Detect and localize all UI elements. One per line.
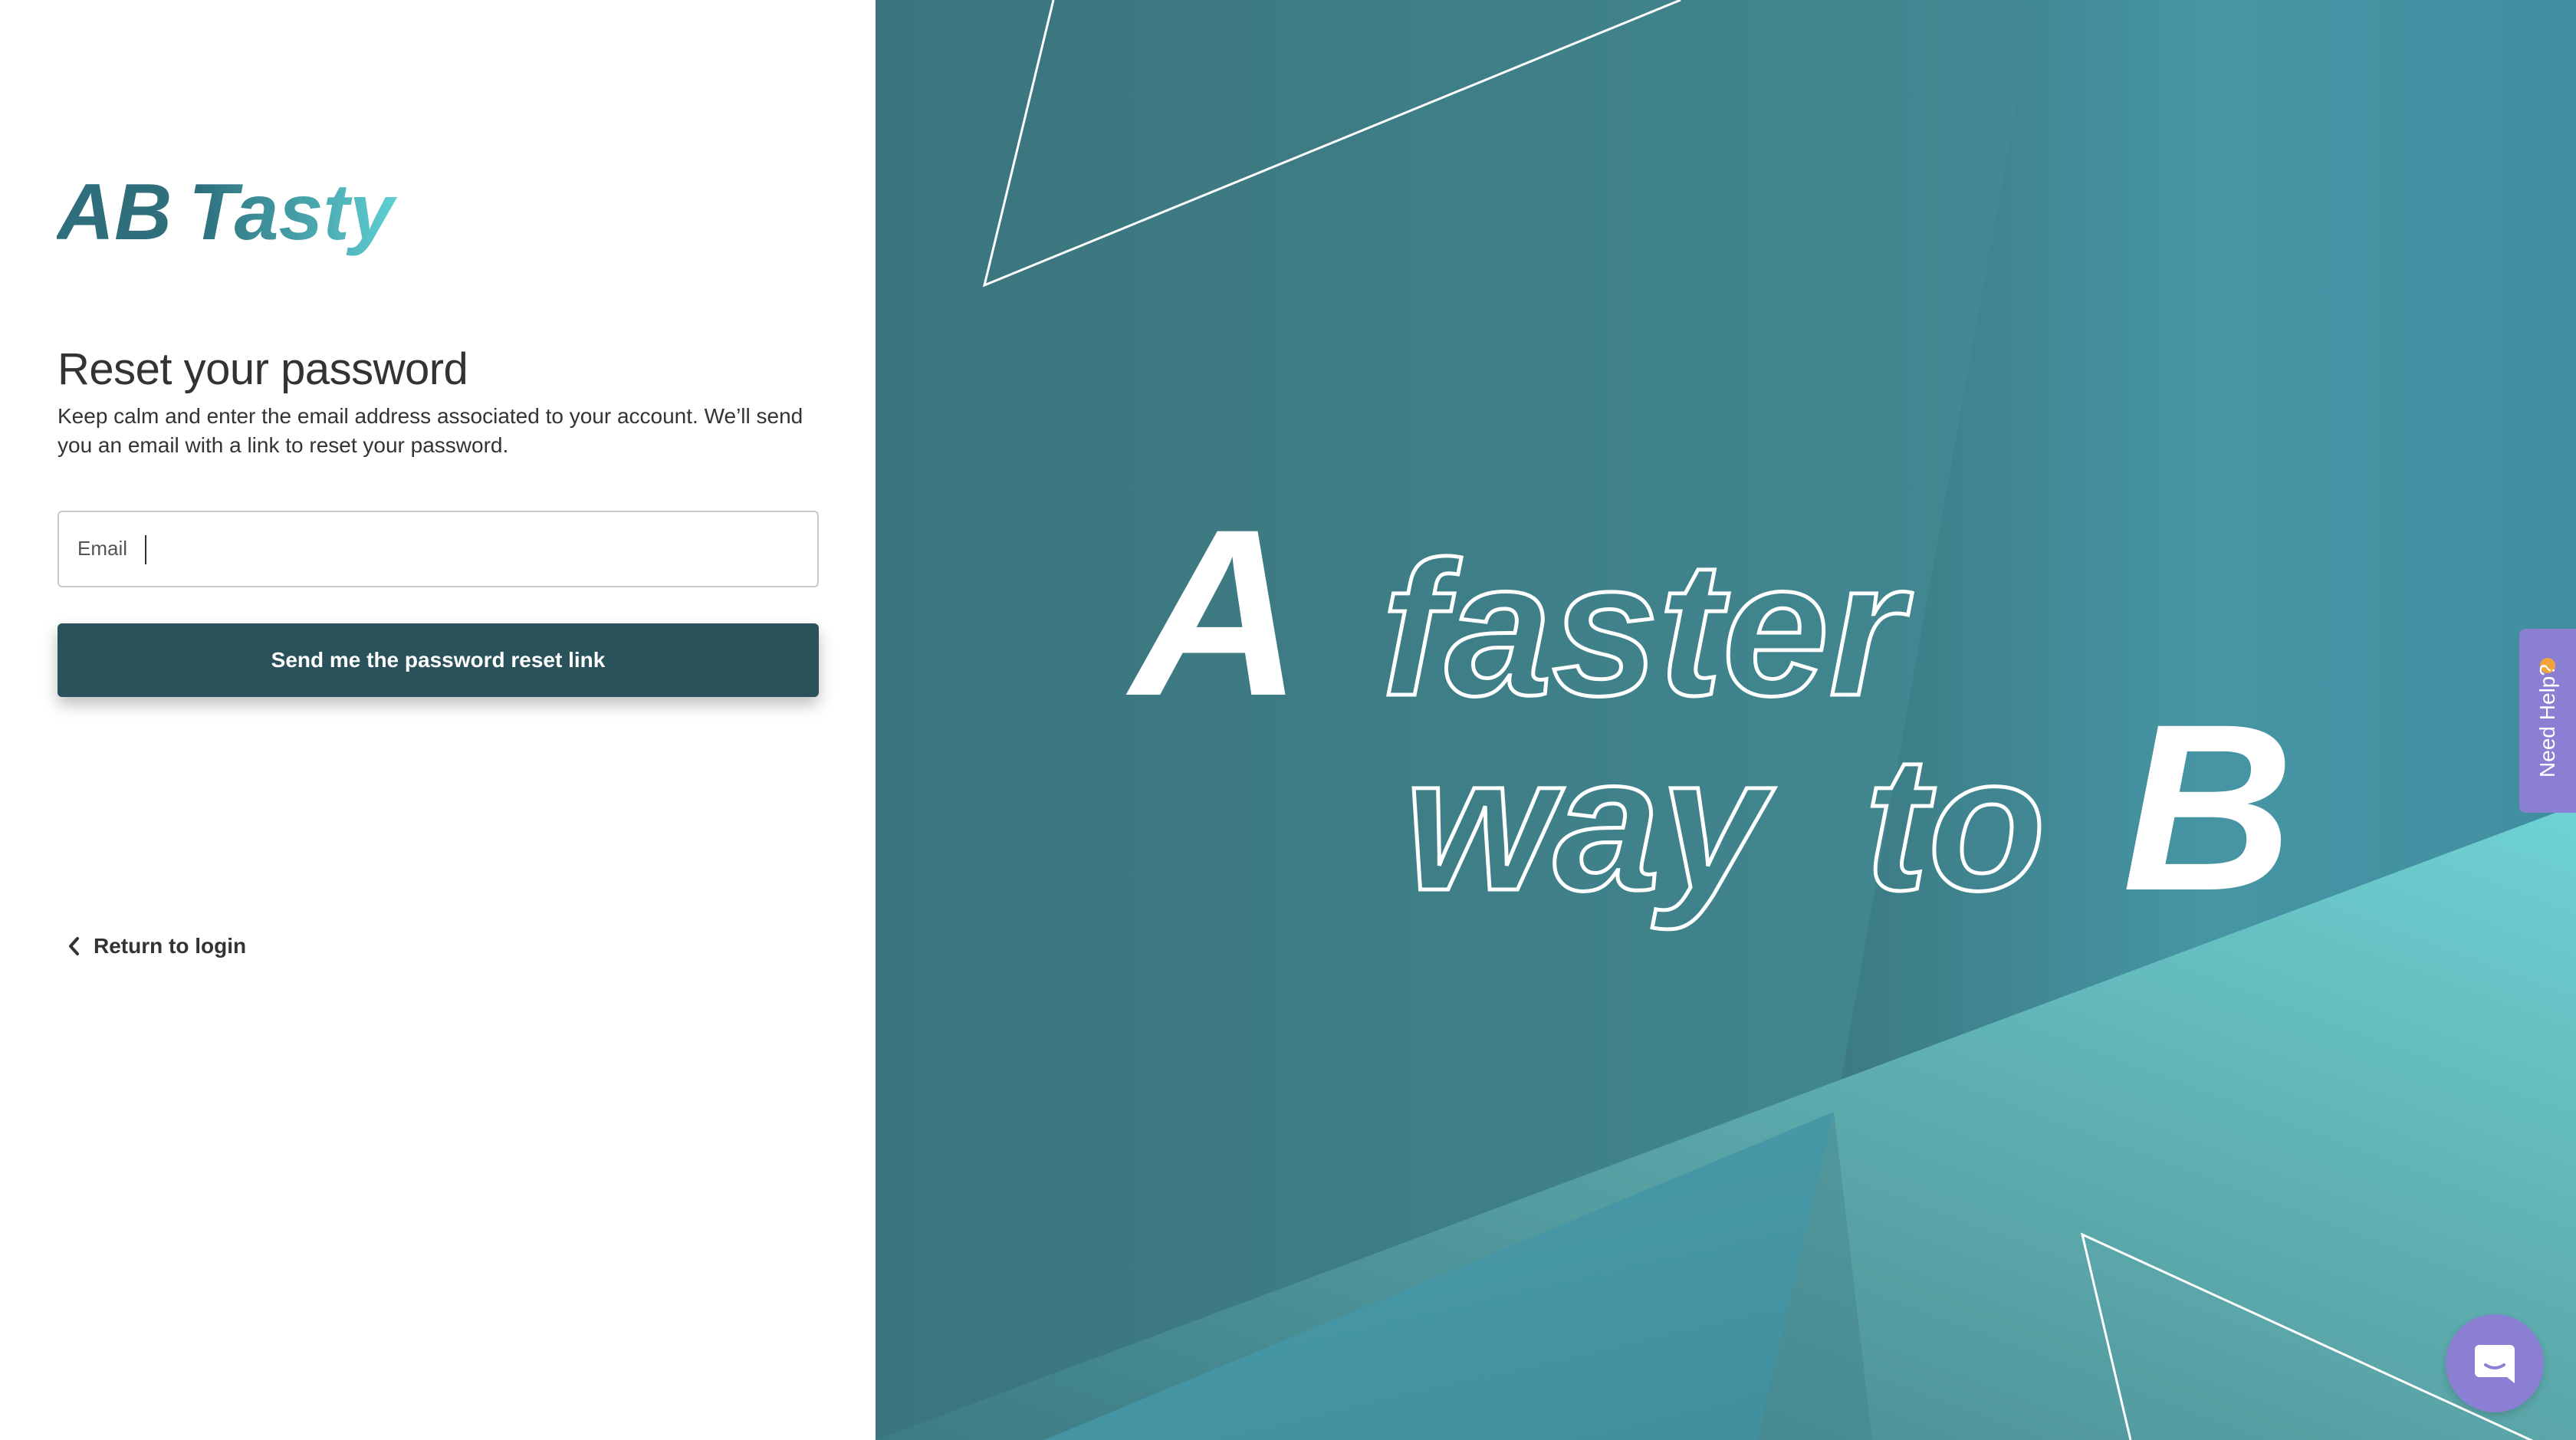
logo-tasty-text: Tasty xyxy=(189,169,398,257)
hero-tagline: A faster way to B xyxy=(1123,479,2294,940)
chevron-left-icon xyxy=(69,937,79,955)
email-label: Email xyxy=(77,537,128,560)
return-to-login-link[interactable]: Return to login xyxy=(66,934,246,958)
hero-word-way: way xyxy=(1405,716,1775,930)
email-field[interactable]: Email xyxy=(58,511,819,587)
hero-letter-a: A xyxy=(1123,479,1303,745)
hero-letter-b: B xyxy=(2122,674,2294,940)
hero-panel: A faster way to B xyxy=(876,0,2576,1440)
send-reset-link-button[interactable]: Send me the password reset link xyxy=(58,623,819,697)
email-input[interactable] xyxy=(143,528,803,570)
chat-bubble-icon xyxy=(2475,1345,2515,1383)
text-caret xyxy=(145,535,146,564)
logo-ab-text: AB xyxy=(57,169,172,257)
hero-word-faster: faster xyxy=(1382,521,1913,735)
need-help-tab[interactable]: Need Help? xyxy=(2519,629,2576,813)
return-to-login-label: Return to login xyxy=(94,934,247,958)
chat-launcher-button[interactable] xyxy=(2446,1314,2544,1412)
hero-word-to: to xyxy=(1865,716,2045,930)
login-panel: AB Tasty Reset your password Keep calm a… xyxy=(0,0,876,1440)
ab-tasty-logo: AB Tasty xyxy=(57,169,417,261)
need-help-label: Need Help? xyxy=(2535,664,2559,778)
page-description: Keep calm and enter the email address as… xyxy=(58,404,803,457)
page-title: Reset your password xyxy=(58,344,468,394)
